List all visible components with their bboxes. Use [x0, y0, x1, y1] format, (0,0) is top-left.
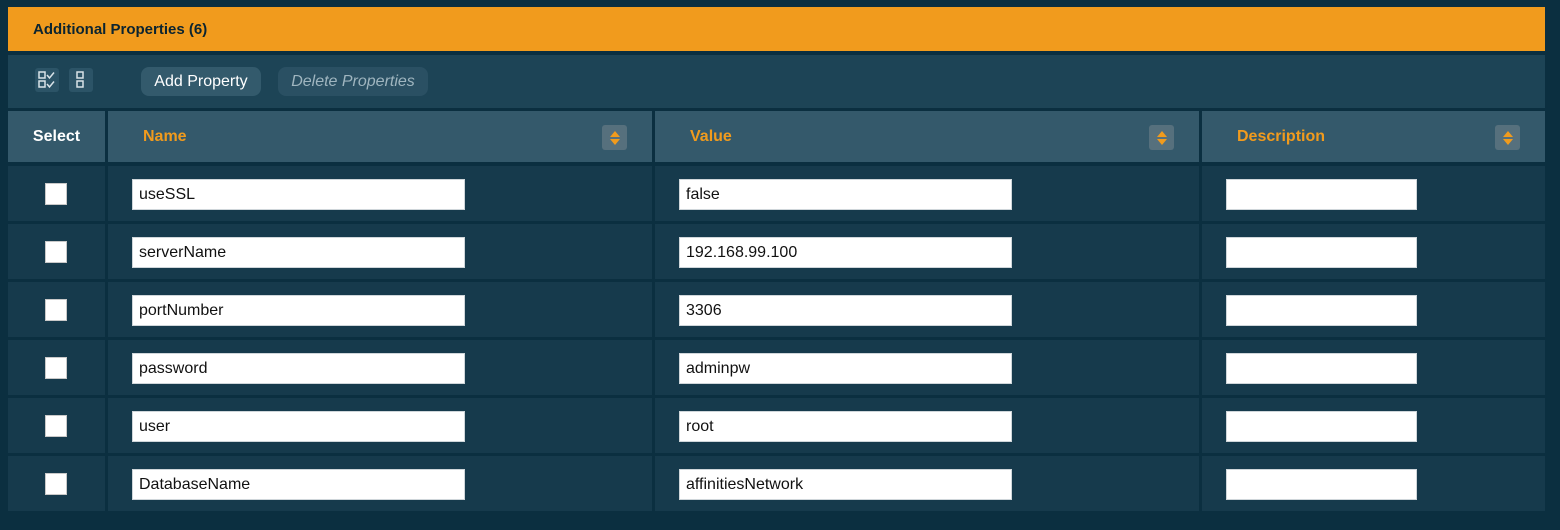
- description-cell: [1202, 166, 1545, 221]
- row-checkbox[interactable]: [45, 415, 67, 437]
- table-row: [8, 340, 1545, 395]
- add-property-button[interactable]: Add Property: [141, 67, 261, 96]
- toolbar: Add Property Delete Properties: [8, 55, 1545, 108]
- table-row: [8, 282, 1545, 337]
- deselect-all-icon[interactable]: [69, 68, 93, 92]
- value-input[interactable]: [679, 179, 1012, 210]
- column-header-description-label: Description: [1237, 127, 1326, 145]
- name-input[interactable]: [132, 411, 465, 442]
- name-cell: [108, 224, 652, 279]
- description-input[interactable]: [1226, 469, 1417, 500]
- select-all-icon[interactable]: [35, 68, 59, 92]
- select-cell: [8, 282, 105, 337]
- description-cell: [1202, 398, 1545, 453]
- value-input[interactable]: [679, 237, 1012, 268]
- value-input[interactable]: [679, 411, 1012, 442]
- table-body: [8, 166, 1545, 511]
- description-input[interactable]: [1226, 237, 1417, 268]
- description-input[interactable]: [1226, 411, 1417, 442]
- properties-table: Select Name Value Description: [8, 111, 1545, 511]
- column-header-name-label: Name: [143, 127, 187, 145]
- additional-properties-panel: Additional Properties (6) Add Property D…: [8, 7, 1545, 517]
- name-cell: [108, 166, 652, 221]
- sort-description-icon[interactable]: [1495, 125, 1520, 150]
- select-cell: [8, 224, 105, 279]
- panel-title: Additional Properties (6): [33, 20, 208, 38]
- row-checkbox[interactable]: [45, 299, 67, 321]
- table-header: Select Name Value Description: [8, 111, 1545, 162]
- description-input[interactable]: [1226, 353, 1417, 384]
- name-input[interactable]: [132, 469, 465, 500]
- value-cell: [655, 398, 1199, 453]
- name-cell: [108, 398, 652, 453]
- description-cell: [1202, 340, 1545, 395]
- name-cell: [108, 282, 652, 337]
- name-input[interactable]: [132, 179, 465, 210]
- panel-header[interactable]: Additional Properties (6): [8, 7, 1545, 51]
- description-cell: [1202, 282, 1545, 337]
- column-header-select: Select: [8, 111, 105, 162]
- table-row: [8, 166, 1545, 221]
- column-header-value[interactable]: Value: [655, 111, 1199, 162]
- value-cell: [655, 224, 1199, 279]
- select-cell: [8, 456, 105, 511]
- name-input[interactable]: [132, 353, 465, 384]
- sort-value-icon[interactable]: [1149, 125, 1174, 150]
- description-cell: [1202, 224, 1545, 279]
- name-input[interactable]: [132, 295, 465, 326]
- description-input[interactable]: [1226, 179, 1417, 210]
- select-cell: [8, 398, 105, 453]
- value-cell: [655, 340, 1199, 395]
- value-input[interactable]: [679, 469, 1012, 500]
- value-input[interactable]: [679, 353, 1012, 384]
- table-row: [8, 398, 1545, 453]
- row-checkbox[interactable]: [45, 473, 67, 495]
- sort-name-icon[interactable]: [602, 125, 627, 150]
- name-cell: [108, 456, 652, 511]
- description-cell: [1202, 456, 1545, 511]
- column-header-value-label: Value: [690, 127, 732, 145]
- description-input[interactable]: [1226, 295, 1417, 326]
- table-row: [8, 456, 1545, 511]
- row-checkbox[interactable]: [45, 183, 67, 205]
- name-cell: [108, 340, 652, 395]
- column-header-description[interactable]: Description: [1202, 111, 1545, 162]
- select-cell: [8, 166, 105, 221]
- value-cell: [655, 166, 1199, 221]
- value-cell: [655, 282, 1199, 337]
- row-checkbox[interactable]: [45, 357, 67, 379]
- table-row: [8, 224, 1545, 279]
- value-cell: [655, 456, 1199, 511]
- name-input[interactable]: [132, 237, 465, 268]
- select-cell: [8, 340, 105, 395]
- value-input[interactable]: [679, 295, 1012, 326]
- delete-properties-button[interactable]: Delete Properties: [278, 67, 428, 96]
- row-checkbox[interactable]: [45, 241, 67, 263]
- column-header-name[interactable]: Name: [108, 111, 652, 162]
